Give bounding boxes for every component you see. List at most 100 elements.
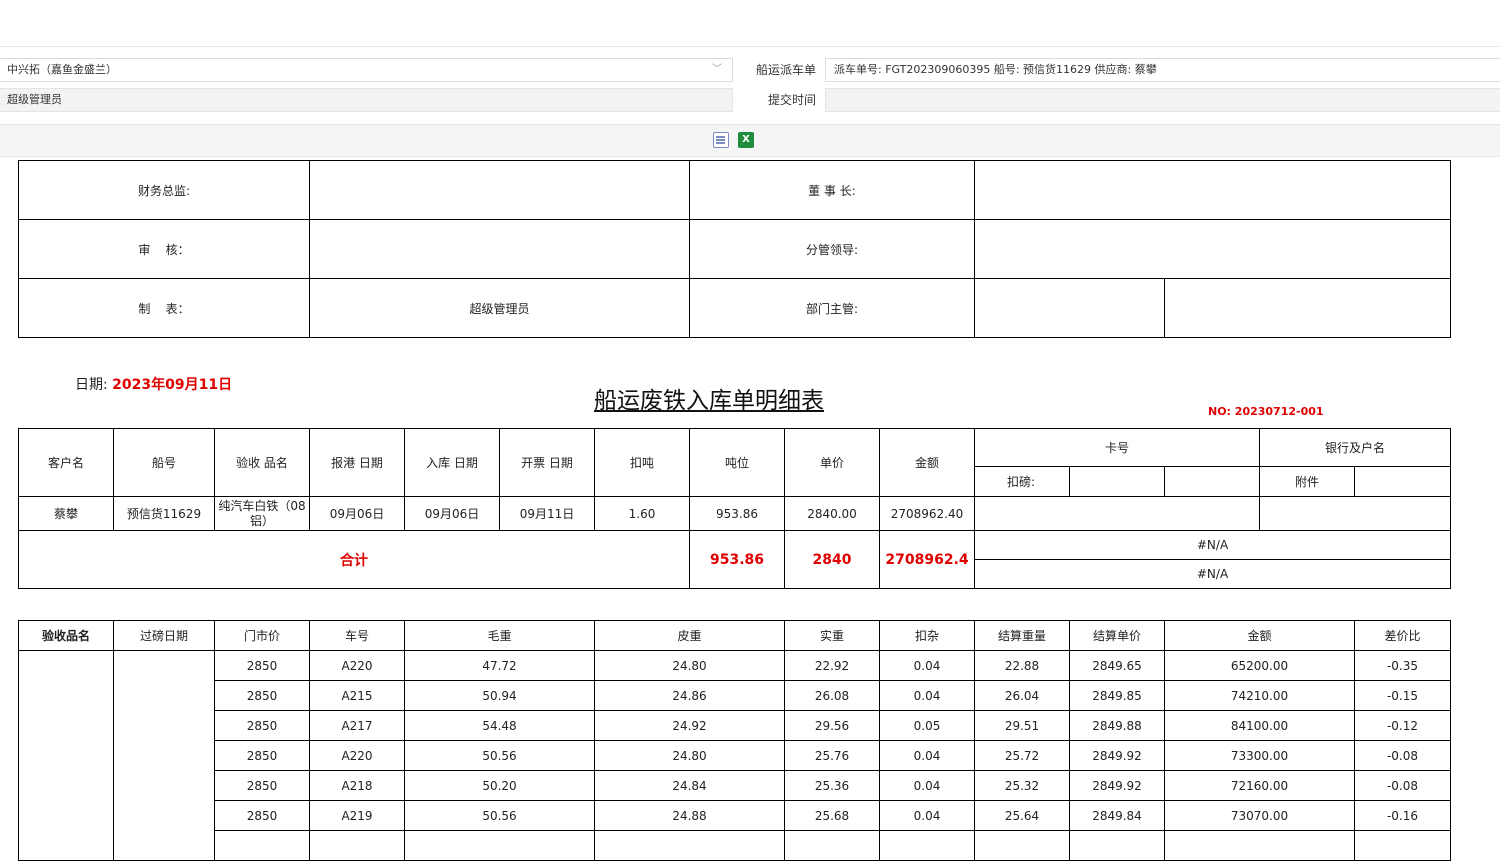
dept-head-sign [974,278,1165,338]
summary-header: 验收 品名 [214,428,310,497]
table-cell: A217 [309,710,405,741]
table-row [19,830,1451,861]
table-cell [784,830,880,861]
company-select-value: 中兴拓（嘉鱼金盛兰） [7,63,117,76]
table-row: 2850 A217 54.48 24.92 29.56 0.05 29.51 2… [19,710,1451,741]
table-cell: -0.08 [1354,770,1451,801]
table-cell: 2849.92 [1069,770,1165,801]
toolbar: X [0,124,1500,157]
summary-cell: 预信货11629 [113,496,215,531]
card-no-header: 卡号 [973,428,1261,467]
deduct-cell [1069,466,1165,497]
table-cell: 50.56 [404,740,595,771]
table-cell: 50.20 [404,770,595,801]
approval-table: 财务总监: 董 事 长: 审 核： 分管领导: 制 表： 超级管理员 部门主管: [18,160,1451,338]
table-cell: -0.35 [1354,650,1451,681]
review-sign [309,219,690,279]
table-cell: 73070.00 [1164,800,1355,831]
table-cell: A215 [309,680,405,711]
summary-cell: 953.86 [689,496,785,531]
table-cell: 73300.00 [1164,740,1355,771]
table-cell: 50.94 [404,680,595,711]
na-cell: #N/A [973,559,1452,589]
report-date: 日期: 2023年09月11日 [75,374,232,394]
table-cell: 0.05 [879,710,975,741]
preparer-value: 超级管理员 [309,278,690,338]
table-row: 2850 A219 50.56 24.88 25.68 0.04 25.64 2… [19,800,1451,831]
table-cell: 24.84 [594,770,785,801]
table-cell: 74210.00 [1164,680,1355,711]
table-cell: 50.56 [404,800,595,831]
table-cell: 2849.88 [1069,710,1165,741]
table-cell: 29.56 [784,710,880,741]
table-cell: 0.04 [879,650,975,681]
deduct-label: 扣磅: [974,466,1070,497]
table-cell: 2850 [214,800,310,831]
total-amount: 2708962.4 [879,530,975,589]
dispatch-select[interactable]: 派车单号: FGT202309060395 船号: 预信货11629 供应商: … [825,58,1500,82]
table-cell: -0.15 [1354,680,1451,711]
table-cell: -0.12 [1354,710,1451,741]
table-cell: 0.04 [879,770,975,801]
finance-director-sign [309,160,690,220]
dispatch-label: 船运派车单 [755,63,816,77]
table-cell: 0.04 [879,680,975,711]
table-cell: 2849.84 [1069,800,1165,831]
table-cell: A219 [309,800,405,831]
table-cell: 24.88 [594,800,785,831]
table-row: 2850 A218 50.20 24.84 25.36 0.04 25.32 2… [19,770,1451,801]
product-cell [18,650,114,861]
division-leader-label: 分管领导: [689,219,975,279]
report-number: NO: 20230712-001 [1208,405,1324,418]
deduct-cell [1163,466,1261,497]
detail-header: 扣杂 [879,620,975,651]
table-cell: 29.51 [974,710,1070,741]
table-cell: 24.86 [594,680,785,711]
table-cell: 2850 [214,710,310,741]
table-cell [404,830,595,861]
table-cell: 84100.00 [1164,710,1355,741]
bank-header: 银行及户名 [1259,428,1452,467]
top-bar [0,0,1500,47]
weigh-date-cell [113,650,215,861]
card-no-cell [973,496,1261,531]
table-cell [309,830,405,861]
print-icon[interactable] [713,132,729,148]
excel-export-icon[interactable]: X [738,132,754,148]
table-cell: A220 [309,650,405,681]
chevron-down-icon: ﹀ [712,64,722,75]
table-cell: 2849.65 [1069,650,1165,681]
na-cell: #N/A [973,530,1452,560]
table-row: 2850 A220 50.56 24.80 25.76 0.04 25.72 2… [19,740,1451,771]
table-cell: 25.64 [974,800,1070,831]
submit-time-label: 提交时间 [767,93,816,107]
table-cell: 65200.00 [1164,650,1355,681]
detail-header: 结算单价 [1069,620,1165,651]
summary-header: 开票 日期 [499,428,595,497]
summary-cell: 2708962.40 [879,496,975,531]
total-price: 2840 [784,530,880,589]
summary-cell: 纯汽车白铁（08铝） [214,496,310,531]
detail-table: 验收品名 过磅日期 门市价 车号 毛重 皮重 实重 扣杂 结算重量 结算单价 金… [18,620,1451,861]
report-title: 船运废铁入库单明细表 [594,388,824,414]
table-cell: 54.48 [404,710,595,741]
table-cell: 2850 [214,680,310,711]
detail-header: 过磅日期 [113,620,215,651]
table-cell: A218 [309,770,405,801]
table-cell: 2850 [214,650,310,681]
summary-cell: 2840.00 [784,496,880,531]
detail-header: 皮重 [594,620,785,651]
table-cell: 2849.85 [1069,680,1165,711]
company-select[interactable]: 中兴拓（嘉鱼金盛兰） ﹀ [0,58,733,82]
table-cell: 22.92 [784,650,880,681]
table-cell: 25.32 [974,770,1070,801]
attachment-cell [1354,466,1452,497]
summary-header: 船号 [113,428,215,497]
summary-cell: 09月06日 [404,496,500,531]
detail-header: 车号 [309,620,405,651]
table-cell: 24.80 [594,740,785,771]
detail-header: 金额 [1164,620,1355,651]
table-cell: 22.88 [974,650,1070,681]
summary-cell: 09月06日 [309,496,405,531]
summary-header: 金额 [879,428,975,497]
